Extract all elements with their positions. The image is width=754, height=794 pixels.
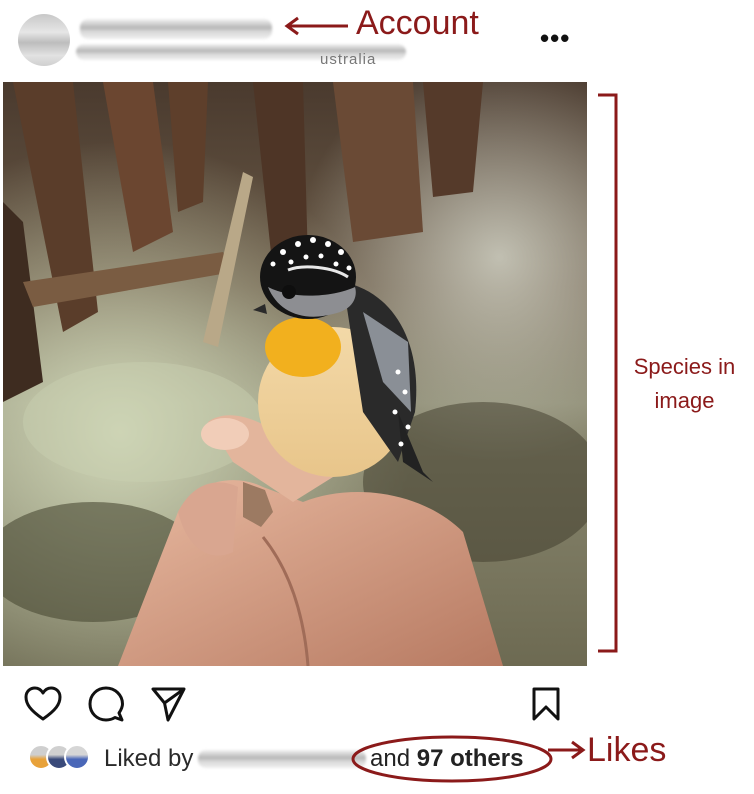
liker-avatar[interactable] bbox=[64, 744, 90, 770]
annotation-species-line-1: Species in bbox=[633, 354, 736, 379]
heart-icon[interactable] bbox=[24, 686, 62, 722]
comment-icon[interactable] bbox=[88, 686, 124, 722]
account-username-redacted[interactable] bbox=[80, 19, 272, 39]
annotation-likes-label: Likes bbox=[587, 731, 667, 769]
liker-username-redacted[interactable] bbox=[198, 750, 366, 768]
annotation-species-label: Species in image bbox=[615, 350, 754, 418]
share-icon[interactable] bbox=[150, 686, 186, 722]
liker-avatars[interactable] bbox=[28, 744, 96, 770]
annotation-arrow-likes-icon bbox=[548, 740, 586, 760]
bookmark-icon[interactable] bbox=[530, 686, 562, 722]
liked-by-label: Liked by bbox=[104, 745, 194, 772]
annotation-likes-circle-icon bbox=[351, 735, 553, 783]
bird-photo-illustration bbox=[3, 82, 587, 666]
post-location-fragment: ustralia bbox=[320, 51, 377, 68]
annotation-arrow-account-icon bbox=[284, 16, 348, 36]
annotation-species-line-2: image bbox=[654, 388, 715, 413]
post-photo[interactable] bbox=[3, 82, 587, 666]
account-avatar[interactable] bbox=[18, 14, 70, 66]
annotation-account-label: Account bbox=[356, 4, 479, 42]
more-options-button[interactable]: ••• bbox=[540, 25, 570, 51]
